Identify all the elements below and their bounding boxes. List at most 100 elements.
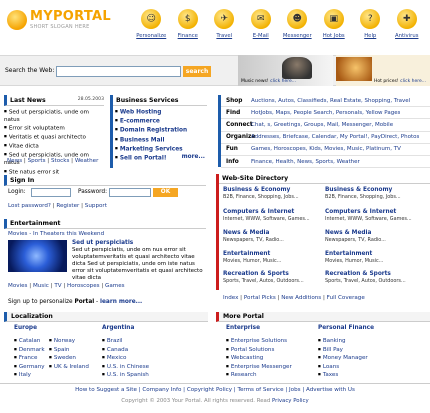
more-link[interactable]: more...: [182, 154, 205, 160]
category-links[interactable]: Addresses, Briefcase, Calendar, My Porta…: [251, 134, 419, 140]
news-item[interactable]: Veritatis et quasi architecto: [4, 133, 104, 142]
locale-link[interactable]: U.S. in Spanish: [102, 371, 149, 380]
nav-messenger[interactable]: ☻ Messenger: [279, 6, 316, 42]
jobs-link[interactable]: Jobs: [289, 387, 301, 393]
movies-in-theaters-link[interactable]: Movies - In Theaters this Weekend: [8, 231, 104, 237]
portal-logo[interactable]: MYPORTAL SHORT SLOGAN HERE: [7, 10, 117, 34]
nav-help[interactable]: ? Help: [352, 6, 389, 42]
directory-category[interactable]: Business & Economy B2B, Finance, Shopping…: [325, 187, 425, 201]
service-link-ecommerce[interactable]: E-commerce: [115, 117, 207, 126]
category-links[interactable]: Chat, s, Greetings, Groups, Mail, Messen…: [251, 122, 393, 128]
promo-link[interactable]: click here...: [270, 79, 296, 84]
category-links[interactable]: Games, Horoscopes, Kids, Movies, Music, …: [251, 146, 401, 152]
locale-link[interactable]: Catalan: [14, 337, 45, 346]
full-coverage-link[interactable]: Full Coverage: [327, 295, 365, 301]
argentina-heading[interactable]: Argentina: [102, 325, 134, 331]
weather-link[interactable]: Weather: [75, 158, 99, 164]
enterprise-link[interactable]: Webcasting: [226, 354, 292, 363]
locale-link[interactable]: Spain: [49, 346, 89, 355]
directory-category[interactable]: Computers & Internet Internet, WWW, Softw…: [223, 209, 323, 223]
locale-link[interactable]: U.S. in Chinese: [102, 363, 149, 372]
privacy-policy-link[interactable]: Privacy Policy: [272, 398, 309, 404]
directory-category[interactable]: News & Media Newspapers, TV, Radio...: [325, 230, 425, 244]
story-title-link[interactable]: Sed ut perspiciatis: [72, 240, 133, 246]
locale-link[interactable]: Sweden: [49, 354, 89, 363]
stocks-link[interactable]: Stocks: [51, 158, 69, 164]
register-link[interactable]: Register: [56, 203, 79, 209]
directory-category[interactable]: Entertainment Movies, Humor, Music...: [223, 251, 323, 265]
company-info-link[interactable]: Company Info: [142, 387, 181, 393]
sports-link[interactable]: Sports: [28, 158, 46, 164]
nav-personalize[interactable]: ☺ Personalize: [133, 6, 170, 42]
portal-picks-link[interactable]: Portal Picks: [244, 295, 276, 301]
enterprise-link[interactable]: Research: [226, 371, 292, 380]
games-link[interactable]: Games: [105, 283, 125, 289]
category-links[interactable]: Auctions, Autos, Classifieds, Real Estat…: [251, 98, 410, 104]
news-item[interactable]: Sed ut perspiciatis, unde om natus: [4, 108, 104, 124]
personal-finance-heading[interactable]: Personal Finance: [318, 325, 374, 331]
new-additions-link[interactable]: New Additions: [281, 295, 321, 301]
category-links[interactable]: HotJobs, Maps, People Search, Personals,…: [251, 110, 400, 116]
password-input[interactable]: [109, 188, 151, 197]
search-button[interactable]: search: [183, 66, 211, 77]
locale-link[interactable]: UK & Ireland: [49, 363, 89, 372]
lost-password-link[interactable]: Lost password?: [8, 203, 51, 209]
news-item[interactable]: Vitae dicta: [4, 142, 104, 151]
index-link[interactable]: Index: [223, 295, 238, 301]
enterprise-heading[interactable]: Enterprise: [226, 325, 260, 331]
enterprise-link[interactable]: Portal Solutions: [226, 346, 292, 355]
locale-link[interactable]: Germany: [14, 363, 45, 372]
directory-category[interactable]: Recreation & Sports Sports, Travel, Autos…: [325, 271, 425, 285]
service-link-business-mail[interactable]: Business Mail: [115, 136, 207, 145]
support-link[interactable]: Support: [85, 203, 107, 209]
nav-finance[interactable]: $ Finance: [170, 6, 207, 42]
service-link-domain-registration[interactable]: Domain Registration: [115, 126, 207, 135]
login-label: Login:: [8, 189, 26, 195]
locale-link[interactable]: Mexico: [102, 354, 149, 363]
terms-of-service-link[interactable]: Terms of Service: [237, 387, 283, 393]
nav-email[interactable]: ✉ E-Mail: [243, 6, 280, 42]
directory-category[interactable]: Business & Economy B2B, Finance, Shopping…: [223, 187, 323, 201]
promo-link[interactable]: click here...: [400, 79, 426, 84]
news-item[interactable]: Error sit voluptatem: [4, 124, 104, 133]
nav-travel[interactable]: ✈ Travel: [206, 6, 243, 42]
learn-more-link[interactable]: learn more...: [100, 299, 142, 305]
login-input[interactable]: [31, 188, 71, 197]
nav-antivirus[interactable]: ✚ Antivirus: [389, 6, 426, 42]
music-promo-banner[interactable]: Music news! click here...: [238, 55, 333, 86]
tv-link[interactable]: TV: [54, 283, 61, 289]
movies-link[interactable]: Movies: [8, 283, 27, 289]
category-links[interactable]: Finance, Health, News, Sports, Weather: [251, 159, 360, 165]
europe-heading[interactable]: Europe: [14, 325, 37, 331]
locale-link[interactable]: Italy: [14, 371, 45, 380]
locale-link[interactable]: Canada: [102, 346, 149, 355]
directory-category[interactable]: Entertainment Movies, Humor, Music...: [325, 251, 425, 265]
copyright-policy-link[interactable]: Copyright Policy: [187, 387, 232, 393]
entertainment-thumbnail[interactable]: [8, 240, 67, 272]
enterprise-link[interactable]: Enterprise Solutions: [226, 337, 292, 346]
nav-hot-jobs[interactable]: ▣ Hot Jobs: [316, 6, 353, 42]
service-link-web-hosting[interactable]: Web Hosting: [115, 108, 207, 117]
horoscopes-link[interactable]: Horoscopes: [67, 283, 100, 289]
directory-category[interactable]: News & Media Newspapers, TV, Radio...: [223, 230, 323, 244]
finance-link[interactable]: Taxes: [318, 371, 368, 380]
prices-promo-banner[interactable]: Hot prices! click here...: [336, 55, 430, 86]
finance-link[interactable]: Money Manager: [318, 354, 368, 363]
enterprise-link[interactable]: Enterprise Messenger: [226, 363, 292, 372]
finance-link[interactable]: Banking: [318, 337, 368, 346]
news-link[interactable]: News: [7, 158, 22, 164]
directory-category[interactable]: Recreation & Sports Sports, Travel, Autos…: [223, 271, 323, 285]
finance-link[interactable]: Bill Pay: [318, 346, 368, 355]
directory-category[interactable]: Computers & Internet Internet, WWW, Softw…: [325, 209, 425, 223]
sign-in-button[interactable]: OK: [153, 188, 178, 197]
advertise-link[interactable]: Advertise with Us: [306, 387, 355, 393]
finance-link[interactable]: Loans: [318, 363, 368, 372]
service-link-marketing[interactable]: Marketing Services: [115, 145, 207, 154]
locale-link[interactable]: Brazil: [102, 337, 149, 346]
search-input[interactable]: [56, 66, 181, 77]
locale-link[interactable]: Norway: [49, 337, 89, 346]
locale-link[interactable]: France: [14, 354, 45, 363]
suggest-site-link[interactable]: How to Suggest a Site: [75, 387, 137, 393]
locale-link[interactable]: Denmark: [14, 346, 45, 355]
music-link[interactable]: Music: [33, 283, 49, 289]
